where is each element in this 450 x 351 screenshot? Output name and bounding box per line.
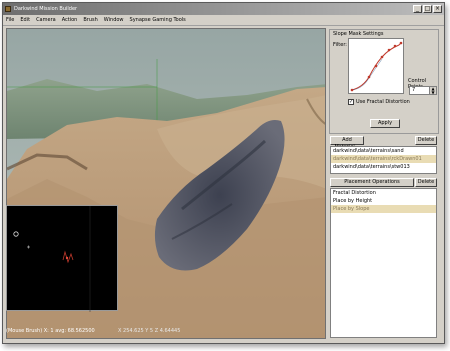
- menu-edit[interactable]: Edit: [17, 15, 33, 25]
- title-bar: Darkwind Mission Builder _ □ ×: [3, 3, 444, 15]
- slope-mask-group: Slope Mask Settings Filter: Control Poin…: [329, 29, 439, 134]
- list-item[interactable]: Place by Height: [331, 197, 436, 205]
- checkmark-icon[interactable]: ✓: [348, 99, 354, 105]
- brush-minimap[interactable]: [6, 205, 118, 312]
- filter-label: Filter:: [333, 42, 347, 48]
- control-points-value: 7: [412, 87, 416, 93]
- control-points-spinner[interactable]: 7 ▲ ▼: [409, 86, 437, 95]
- window-controls: _ □ ×: [413, 5, 442, 13]
- maximize-button[interactable]: □: [423, 5, 432, 13]
- minimap-canvas: [13, 206, 91, 312]
- list-item[interactable]: Place by Slope: [331, 205, 436, 213]
- control-point[interactable]: [380, 55, 384, 59]
- use-fractal-distortion-label: Use Fractal Distortion: [356, 99, 410, 105]
- filter-curve-editor[interactable]: [348, 38, 404, 94]
- coordinates-status-text: X 254.625 Y 5 Z 4.64445: [118, 328, 181, 334]
- menu-action[interactable]: Action: [59, 15, 81, 25]
- filter-curve: [350, 41, 403, 92]
- material-list: darkwind\data\terrains\sand darkwind\dat…: [330, 146, 437, 174]
- control-point[interactable]: [387, 48, 391, 52]
- slope-mask-title: Slope Mask Settings: [333, 31, 384, 37]
- menu-bar: File Edit Camera Action Brush Window Syn…: [3, 15, 444, 26]
- list-item[interactable]: Fractal Distortion: [331, 189, 436, 197]
- placement-operations-button[interactable]: Placement Operations: [330, 178, 414, 187]
- window-title: Darkwind Mission Builder: [14, 6, 78, 12]
- add-material-button[interactable]: Add Material...: [330, 136, 364, 150]
- use-fractal-distortion-checkbox[interactable]: ✓ Use Fractal Distortion: [348, 99, 410, 105]
- control-point[interactable]: [350, 88, 354, 92]
- control-point[interactable]: [399, 41, 403, 45]
- menu-file[interactable]: File: [3, 15, 17, 25]
- delete-material-button[interactable]: Delete: [415, 136, 437, 145]
- minimize-button[interactable]: _: [413, 5, 422, 13]
- control-point[interactable]: [393, 44, 397, 48]
- tool-panel: Slope Mask Settings Filter: Control Poin…: [328, 28, 440, 339]
- menu-brush[interactable]: Brush: [80, 15, 100, 25]
- apply-button[interactable]: Apply: [370, 119, 400, 128]
- app-icon: [5, 6, 11, 12]
- list-item[interactable]: darkwind\data\terrains\stw013: [331, 163, 436, 171]
- control-point[interactable]: [367, 75, 371, 79]
- placement-operations-list: Fractal Distortion Place by Height Place…: [330, 188, 437, 338]
- app-window: Darkwind Mission Builder _ □ × File Edit…: [2, 2, 445, 344]
- list-item[interactable]: darkwind\data\terrains\sand: [331, 147, 436, 155]
- control-point[interactable]: [374, 64, 378, 68]
- menu-camera[interactable]: Camera: [33, 15, 59, 25]
- list-item[interactable]: darkwind\data\terrains\rckDrawn01: [331, 155, 436, 163]
- menu-window[interactable]: Window: [101, 15, 127, 25]
- brush-status-text: (Mouse Brush) X: 1 avg: 68.562500: [6, 328, 95, 334]
- spin-arrows-icon[interactable]: ▲ ▼: [429, 87, 436, 94]
- close-button[interactable]: ×: [433, 5, 442, 13]
- delete-operation-button[interactable]: Delete: [415, 178, 437, 187]
- menu-synapse-gaming-tools[interactable]: Synapse Gaming Tools: [127, 15, 189, 25]
